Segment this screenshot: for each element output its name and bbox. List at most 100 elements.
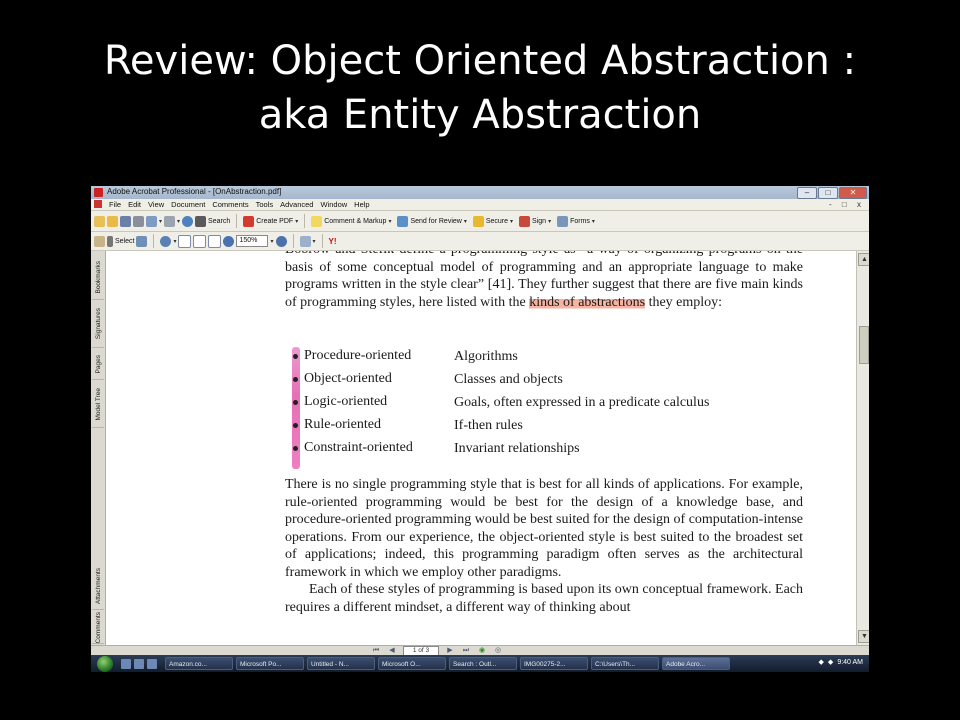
clock[interactable]: 9:40 AM — [837, 659, 863, 666]
create-pdf-button[interactable]: Create PDF — [256, 218, 293, 225]
attach-icon[interactable] — [164, 215, 176, 227]
tab-model-tree[interactable]: Model Tree — [92, 381, 104, 428]
taskbar-item-office[interactable]: Microsoft O... — [378, 657, 446, 670]
toolbar-divider — [292, 234, 294, 248]
comment-markup-button[interactable]: Comment & Markup — [324, 218, 386, 225]
first-page-icon[interactable]: ⏮ — [371, 647, 381, 655]
chevron-down-icon[interactable]: ▾ — [510, 218, 513, 225]
menu-edit[interactable]: Edit — [128, 199, 141, 210]
secure-button[interactable]: Secure — [486, 218, 508, 225]
chevron-down-icon[interactable]: ▾ — [313, 238, 316, 245]
tray-icon[interactable]: ◆ — [819, 658, 824, 666]
document-window-controls[interactable]: - □ x — [829, 199, 865, 210]
yahoo-toolbar-icon[interactable]: Y! — [329, 237, 337, 246]
bullet-icon — [293, 354, 298, 359]
web-icon[interactable] — [182, 215, 194, 227]
previous-view-icon[interactable]: ◉ — [477, 647, 487, 655]
quick-launch-app-icon[interactable] — [147, 658, 157, 669]
menu-advanced[interactable]: Advanced — [280, 199, 313, 210]
binoculars-icon — [195, 215, 207, 227]
menu-document[interactable]: Document — [171, 199, 205, 210]
previous-page-icon[interactable]: ◀ — [387, 647, 397, 655]
tab-signatures[interactable]: Signatures — [92, 301, 104, 348]
minimize-button[interactable]: – — [797, 187, 817, 199]
zoom-level-field[interactable]: 150% — [236, 235, 269, 247]
menu-window[interactable]: Window — [320, 199, 347, 210]
last-page-icon[interactable]: ⏭ — [461, 647, 471, 655]
quick-launch — [121, 658, 157, 669]
tab-bookmarks[interactable]: Bookmarks — [92, 255, 104, 300]
style-abstraction: Algorithms — [454, 349, 518, 364]
taskbar-item-notepad[interactable]: Untitled - N... — [307, 657, 375, 670]
chevron-down-icon[interactable]: ▾ — [295, 218, 298, 225]
chevron-down-icon[interactable]: ▾ — [159, 218, 162, 225]
taskbar-item-powerpoint[interactable]: Microsoft Po... — [236, 657, 304, 670]
snapshot-icon[interactable] — [136, 235, 148, 247]
create-icon[interactable] — [107, 215, 118, 227]
save-icon[interactable] — [120, 215, 131, 227]
email-icon[interactable] — [146, 215, 157, 227]
bullet-icon — [293, 400, 298, 405]
scrollbar-thumb[interactable] — [859, 326, 869, 364]
menubar: File Edit View Document Comments Tools A… — [91, 199, 869, 211]
show-desktop-icon[interactable] — [121, 658, 131, 669]
forms-button[interactable]: Forms — [570, 218, 590, 225]
chevron-down-icon[interactable]: ▾ — [270, 238, 273, 245]
tab-comments[interactable]: Comments — [92, 612, 104, 644]
toolbar-divider — [321, 234, 323, 248]
zoom-in-icon[interactable] — [160, 235, 172, 247]
scroll-down-icon[interactable]: ▼ — [858, 630, 869, 643]
switch-windows-icon[interactable] — [134, 658, 144, 669]
menu-comments[interactable]: Comments — [212, 199, 248, 210]
fit-width-icon[interactable] — [208, 234, 222, 248]
zoom-in-button-icon[interactable] — [275, 235, 287, 247]
taskbar-item-outlook-search[interactable]: Search : Outl... — [449, 657, 517, 670]
tab-pages[interactable]: Pages — [92, 349, 104, 380]
main-toolbar: ▾ ▾ Search Create PDF ▾ Comment & Markup… — [91, 211, 869, 232]
actual-size-icon[interactable] — [178, 234, 192, 248]
print-icon[interactable] — [133, 215, 144, 227]
close-button[interactable]: ✕ — [839, 187, 867, 199]
select-tool-button[interactable]: Select — [115, 238, 134, 245]
chevron-down-icon[interactable]: ▾ — [548, 218, 551, 225]
menu-file[interactable]: File — [109, 199, 121, 210]
chevron-down-icon[interactable]: ▾ — [464, 218, 467, 225]
chevron-down-icon[interactable]: ▾ — [388, 218, 391, 225]
scroll-up-icon[interactable]: ▲ — [858, 253, 869, 266]
open-folder-icon[interactable] — [94, 215, 105, 227]
page-display-icon[interactable] — [299, 235, 311, 247]
menu-view[interactable]: View — [148, 199, 164, 210]
document-view[interactable]: Bobrow and Stefik define a programming s… — [106, 251, 856, 645]
window-titlebar[interactable]: Adobe Acrobat Professional - [OnAbstract… — [91, 186, 869, 199]
maximize-button[interactable]: □ — [818, 187, 838, 199]
taskbar-item-explorer[interactable]: C:\Users\Th... — [591, 657, 659, 670]
comment-icon — [311, 215, 323, 227]
search-button[interactable]: Search — [208, 218, 230, 225]
hand-tool-icon[interactable] — [94, 235, 105, 247]
style-abstraction: Goals, often expressed in a predicate ca… — [454, 395, 710, 410]
next-view-icon[interactable]: ◎ — [493, 647, 503, 655]
tray-icon[interactable]: ◆ — [828, 658, 833, 666]
taskbar-item-acrobat[interactable]: Adobe Acro... — [662, 657, 730, 670]
send-review-button[interactable]: Send for Review — [410, 218, 461, 225]
taskbar-item-firefox[interactable]: Amazon.co... — [165, 657, 233, 670]
zoom-out-icon[interactable] — [223, 235, 235, 247]
sign-button[interactable]: Sign — [532, 218, 546, 225]
tab-signatures-label: Signatures — [94, 308, 102, 340]
next-page-icon[interactable]: ▶ — [445, 647, 455, 655]
slide-title: Review: Object Oriented Abstraction : ak… — [0, 34, 960, 142]
fit-page-icon[interactable] — [193, 234, 207, 248]
tab-attachments[interactable]: Attachments — [92, 563, 104, 610]
chevron-down-icon[interactable]: ▾ — [173, 238, 176, 245]
start-button-icon[interactable] — [97, 655, 113, 672]
list-item: Procedure-oriented Algorithms — [293, 347, 805, 370]
vertical-scrollbar[interactable]: ▲ ▼ — [856, 251, 869, 645]
taskbar-item-image[interactable]: IMG00275-2... — [520, 657, 588, 670]
style-name: Constraint-oriented — [304, 440, 413, 455]
document-icon[interactable] — [94, 200, 102, 208]
menu-tools[interactable]: Tools — [256, 199, 274, 210]
chevron-down-icon[interactable]: ▾ — [592, 218, 595, 225]
menu-help[interactable]: Help — [354, 199, 369, 210]
chevron-down-icon[interactable]: ▾ — [177, 218, 180, 225]
acrobat-screenshot: Adobe Acrobat Professional - [OnAbstract… — [91, 186, 869, 672]
